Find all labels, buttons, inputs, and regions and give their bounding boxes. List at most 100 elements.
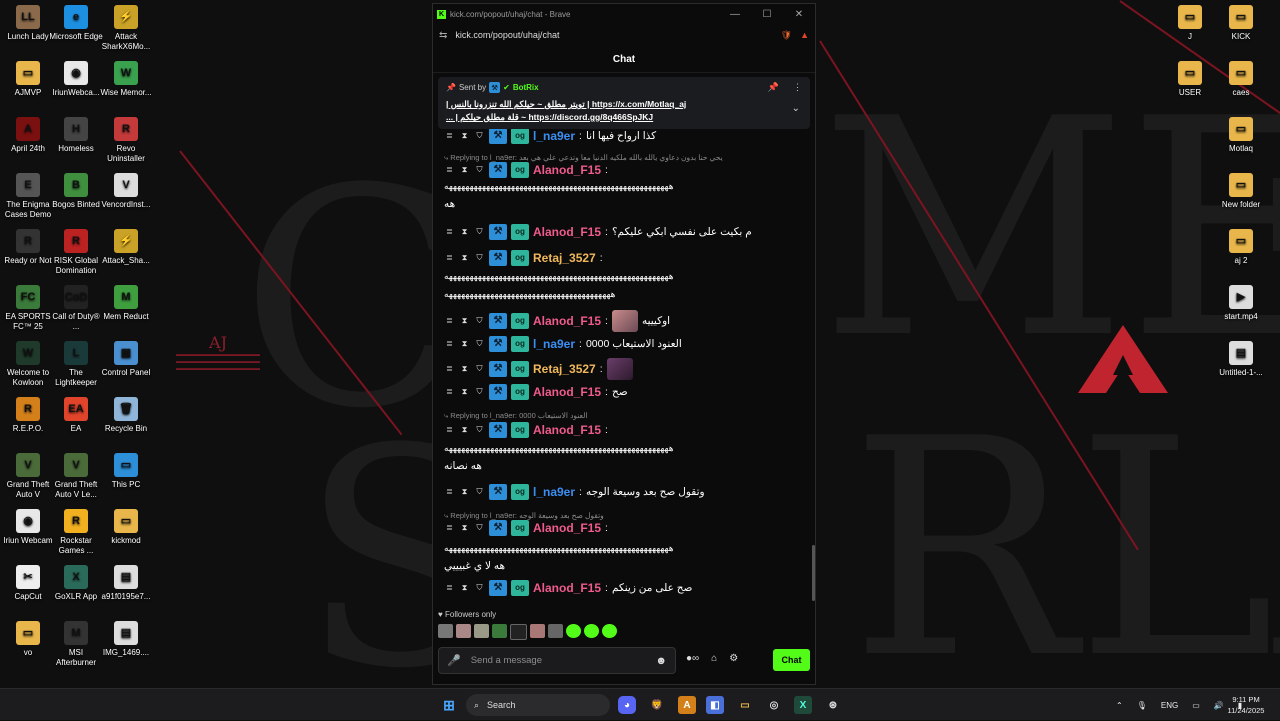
emote[interactable]	[584, 624, 599, 638]
desktop-icon[interactable]: ▶ start.mp4	[1213, 285, 1269, 322]
chat-username[interactable]: l_na9er	[533, 338, 575, 350]
brave-shields-icon[interactable]: 🛡	[781, 30, 792, 41]
chat-message-text[interactable]: هه لا ي غبيييي	[444, 560, 804, 572]
emote[interactable]	[456, 624, 471, 638]
app-icon[interactable]: A	[678, 696, 696, 714]
emote[interactable]	[566, 624, 581, 638]
emote[interactable]	[474, 624, 489, 638]
desktop-icon[interactable]: EA EA	[48, 397, 104, 434]
desktop-icon[interactable]: V Grand Theft Auto V Le...	[48, 453, 104, 500]
chat-username[interactable]: Alanod_F15	[533, 522, 601, 534]
desktop-icon[interactable]: ▭ This PC	[98, 453, 154, 490]
chat-message-text[interactable]: هههههههههههههههههههههههههههههههههههههههه…	[444, 180, 804, 192]
desktop-icon[interactable]: L The Lightkeeper	[48, 341, 104, 388]
more-options-icon[interactable]: ⋮	[793, 82, 802, 93]
chat-username[interactable]: Alanod_F15	[533, 164, 601, 176]
app-icon[interactable]: ⊛	[824, 696, 842, 714]
send-chat-button[interactable]: Chat	[773, 649, 810, 671]
desktop-icon[interactable]: R Rockstar Games ...	[48, 509, 104, 556]
desktop-icon[interactable]: ▤ Untitled-1-...	[1213, 341, 1269, 378]
file-explorer-icon[interactable]: ▭	[736, 696, 754, 714]
brave-rewards-icon[interactable]: ▲	[800, 30, 809, 41]
chat-username[interactable]: l_na9er	[533, 486, 575, 498]
reply-context[interactable]: ⤷ Replying to l_na9er: 0000 العنود الاست…	[444, 410, 804, 422]
pinned-link-line[interactable]: https://discord.gg/8q466SpJKJ ~ قلة مطلق…	[446, 112, 802, 123]
chat-message[interactable]: ≣ ⧗ ⛉ ⚒ og Alanod_F15:	[444, 520, 804, 536]
goxlr-icon[interactable]: X	[794, 696, 812, 714]
desktop-icon[interactable]: ▭ KICK	[1213, 5, 1269, 42]
desktop-icon[interactable]: ◉ IriunWebca...	[48, 61, 104, 98]
desktop-icon[interactable]: 🗑 Recycle Bin	[98, 397, 154, 434]
system-clock[interactable]: 9:11 PM 11/24/2025	[1218, 694, 1274, 716]
desktop-icon[interactable]: e Microsoft Edge	[48, 5, 104, 42]
pinned-message[interactable]: 📌 Sent by ⚒ ✔ BotRix https://x.com/Motla…	[438, 77, 810, 129]
chat-message-text[interactable]: هه نصانه	[444, 460, 804, 472]
quick-emote-row[interactable]	[438, 624, 617, 640]
chat-message[interactable]: ≣ ⧗ ⛉ ⚒ og Retaj_3527:	[444, 250, 804, 266]
emote[interactable]	[492, 624, 507, 638]
emote[interactable]	[510, 624, 527, 640]
chat-username[interactable]: Alanod_F15	[533, 386, 601, 398]
emote[interactable]	[606, 358, 633, 380]
desktop-icon[interactable]: H Homeless	[48, 117, 104, 154]
chat-message[interactable]: ≣ ⧗ ⛉ ⚒ og l_na9er: العنود الاستيعاب 0000	[444, 336, 804, 352]
desktop-icon[interactable]: ⚡ Attack_Sha...	[98, 229, 154, 266]
site-settings-icon[interactable]: ⇆	[439, 30, 447, 41]
chat-message[interactable]: ≣ ⧗ ⛉ ⚒ og Alanod_F15:	[444, 422, 804, 438]
chat-input[interactable]: 🎤 Send a message ☻	[438, 647, 676, 674]
gear-icon[interactable]: ⚙	[729, 653, 738, 664]
desktop-icon[interactable]: ▤ IMG_1469....	[98, 621, 154, 658]
desktop-icon[interactable]: ▭ aj 2	[1213, 229, 1269, 266]
chat-message[interactable]: ≣ ⧗ ⛉ ⚒ og Retaj_3527:	[444, 358, 804, 380]
discord-icon[interactable]: ◕	[618, 696, 636, 714]
bot-name[interactable]: BotRix	[513, 83, 539, 92]
chat-username[interactable]: Alanod_F15	[533, 226, 601, 238]
desktop-icon[interactable]: M MSI Afterburner	[48, 621, 104, 668]
desktop-icon[interactable]: V VencordInst...	[98, 173, 154, 210]
language-indicator[interactable]: ENG	[1161, 701, 1178, 710]
chat-username[interactable]: Retaj_3527	[533, 252, 596, 264]
chevron-down-icon[interactable]: ⌄	[792, 103, 800, 114]
chat-message-text[interactable]: هه	[444, 198, 804, 210]
desktop-icon[interactable]: X GoXLR App	[48, 565, 104, 602]
kicks-icon[interactable]: ●∞	[686, 653, 699, 664]
desktop-icon[interactable]: ▭ Motlaq	[1213, 117, 1269, 154]
pinned-link-line[interactable]: https://x.com/Motlaq_aj | تويتر مطلق ~ ح…	[446, 99, 802, 110]
desktop-icon[interactable]: W Wise Memor...	[98, 61, 154, 98]
chat-message[interactable]: ≣ ⧗ ⛉ ⚒ og Alanod_F15: صح على من زينكم	[444, 580, 804, 596]
maximize-button[interactable]: ☐	[751, 9, 783, 20]
chat-username[interactable]: Alanod_F15	[533, 315, 601, 327]
desktop-icon[interactable]: M Mem Reduct	[98, 285, 154, 322]
brave-icon[interactable]: 🦁	[648, 696, 666, 714]
desktop-icon[interactable]: B Bogos Binted	[48, 173, 104, 210]
emoji-icon[interactable]: ☻	[655, 655, 667, 667]
store-icon[interactable]: ⌂	[711, 653, 717, 664]
chat-scrollbar[interactable]	[812, 545, 815, 601]
unpin-icon[interactable]: 📌	[768, 82, 779, 93]
chat-message[interactable]: ≣ ⧗ ⛉ ⚒ og Alanod_F15: م بكيت على نفسي ابكي عل…	[444, 224, 804, 240]
emote[interactable]	[602, 624, 617, 638]
close-button[interactable]: ✕	[783, 9, 815, 20]
chat-message-text[interactable]: هههههههههههههههههههههههههههههههههههههههه…	[444, 270, 804, 282]
chat-username[interactable]: l_na9er	[533, 130, 575, 142]
chat-message[interactable]: ≣ ⧗ ⛉ ⚒ og Alanod_F15:	[444, 162, 804, 178]
minimize-button[interactable]: —	[719, 9, 751, 20]
desktop-icon[interactable]: CoD Call of Duty® ...	[48, 285, 104, 332]
chat-username[interactable]: Retaj_3527	[533, 363, 596, 375]
emote[interactable]	[548, 624, 563, 638]
chat-message[interactable]: ≣ ⧗ ⛉ ⚒ og l_na9er: وتقول صح بعد وسيعة الوجه	[444, 484, 804, 500]
emote[interactable]	[611, 310, 638, 332]
desktop-icon[interactable]: R Revo Uninstaller	[98, 117, 154, 164]
desktop-icon[interactable]: ▭ J	[1162, 5, 1218, 42]
network-icon[interactable]: ▭	[1192, 701, 1200, 710]
desktop-icon[interactable]: ▭ New folder	[1213, 173, 1269, 210]
microphone-icon[interactable]: 🎤	[447, 654, 461, 667]
message-placeholder[interactable]: Send a message	[471, 655, 542, 666]
chevron-up-icon[interactable]: ⌃	[1116, 701, 1123, 710]
app-icon[interactable]: ◧	[706, 696, 724, 714]
microphone-icon[interactable]: 🎙	[1137, 701, 1147, 710]
chat-message[interactable]: ≣ ⧗ ⛉ ⚒ og Alanod_F15: صح	[444, 384, 804, 400]
emote[interactable]	[438, 624, 453, 638]
chat-username[interactable]: Alanod_F15	[533, 424, 601, 436]
desktop-icon[interactable]: ⚡ Attack SharkX6Mo...	[98, 5, 154, 52]
